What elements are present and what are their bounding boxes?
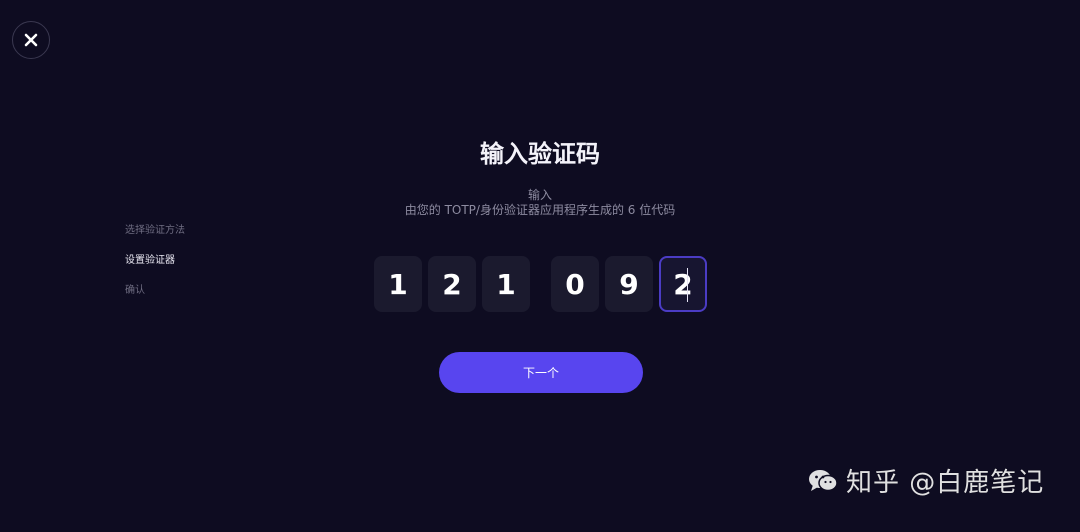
close-button[interactable] (12, 21, 50, 59)
step-setup-authenticator[interactable]: 设置验证器 (125, 254, 175, 268)
step-confirm[interactable]: 确认 (125, 284, 145, 298)
subtitle-line-2: 由您的 TOTP/身份验证器应用程序生成的 6 位代码 (404, 203, 676, 217)
code-digit-3[interactable]: 1 (482, 256, 530, 312)
subtitle-line-1: 输入 (527, 188, 552, 202)
code-digit-2[interactable]: 2 (428, 256, 476, 312)
watermark: 知乎 @白鹿笔记 (808, 462, 1044, 499)
text-caret (687, 268, 688, 302)
code-digit-6[interactable]: 2 (659, 256, 707, 312)
step-choose-method[interactable]: 选择验证方法 (125, 224, 185, 238)
watermark-text: 知乎 @白鹿笔记 (846, 468, 1045, 498)
close-icon (24, 33, 38, 47)
code-digit-1[interactable]: 1 (374, 256, 422, 312)
next-button[interactable]: 下一个 (439, 352, 643, 393)
code-digit-4[interactable]: 0 (551, 256, 599, 312)
code-digit-5[interactable]: 9 (605, 256, 653, 312)
code-digit-6-value: 2 (673, 267, 693, 301)
page-title: 输入验证码 (480, 140, 600, 168)
wechat-icon (809, 469, 838, 491)
